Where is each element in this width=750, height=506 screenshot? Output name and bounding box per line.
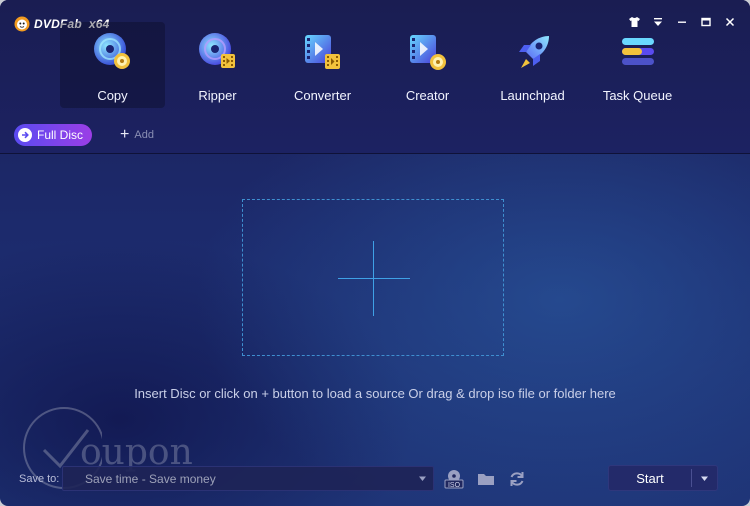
close-icon[interactable] [724,16,736,28]
start-options-dropdown[interactable] [692,474,717,483]
source-dropzone[interactable] [242,199,504,356]
bottom-bar: Save to: ISO Start [0,462,750,506]
arrow-right-circle-icon [18,128,32,142]
module-copy-label: Copy [97,88,128,103]
save-to-label: Save to: [19,473,60,485]
full-disc-label: Full Disc [37,128,84,142]
mode-bar: Full Disc + Add [14,124,154,146]
refresh-icon[interactable] [507,469,527,489]
module-task-queue-label: Task Queue [602,88,673,103]
disc-copy-icon [93,33,130,69]
add-source-plus-icon-vertical [373,241,374,316]
add-source-plus-icon [338,278,410,279]
start-label: Start [636,470,664,486]
app-window: DVDFab x64 Copy Ripper Converter Creator… [0,0,750,506]
maximize-icon[interactable] [700,16,712,28]
module-task-queue[interactable]: Task Queue [585,22,690,108]
module-converter[interactable]: Converter [270,22,375,108]
header-bar: DVDFab x64 Copy Ripper Converter Creator… [0,0,750,154]
plus-icon: + [120,126,130,143]
dropzone-hint: Insert Disc or click on + button to load… [134,386,616,401]
creator-icon [409,35,446,70]
module-ripper-label: Ripper [198,88,237,103]
task-queue-icon [621,38,654,65]
iso-icon[interactable]: ISO [444,469,464,489]
module-creator-label: Creator [405,88,450,103]
disc-ripper-icon [198,33,235,68]
module-launchpad-label: Launchpad [500,88,565,103]
module-creator[interactable]: Creator [375,22,480,108]
chevron-down-icon [701,476,708,481]
svg-text:ISO: ISO [448,482,461,489]
save-path-input[interactable] [83,471,387,487]
module-launchpad[interactable]: Launchpad [480,22,585,108]
module-copy[interactable]: Copy [60,22,165,108]
converter-icon [304,35,340,69]
start-button[interactable]: Start [608,465,718,491]
full-disc-mode-button[interactable]: Full Disc [14,124,93,146]
module-converter-label: Converter [293,88,352,103]
module-ripper[interactable]: Ripper [165,22,270,108]
add-label: Add [134,129,154,141]
rocket-icon [518,36,549,68]
folder-icon[interactable] [476,469,496,489]
save-path-select[interactable] [62,466,434,491]
dvdfab-logo-icon [14,16,30,32]
add-source-button[interactable]: + Add [120,127,154,143]
chevron-down-icon[interactable] [418,474,427,483]
module-nav: Copy Ripper Converter Creator Launchpad … [60,22,690,108]
